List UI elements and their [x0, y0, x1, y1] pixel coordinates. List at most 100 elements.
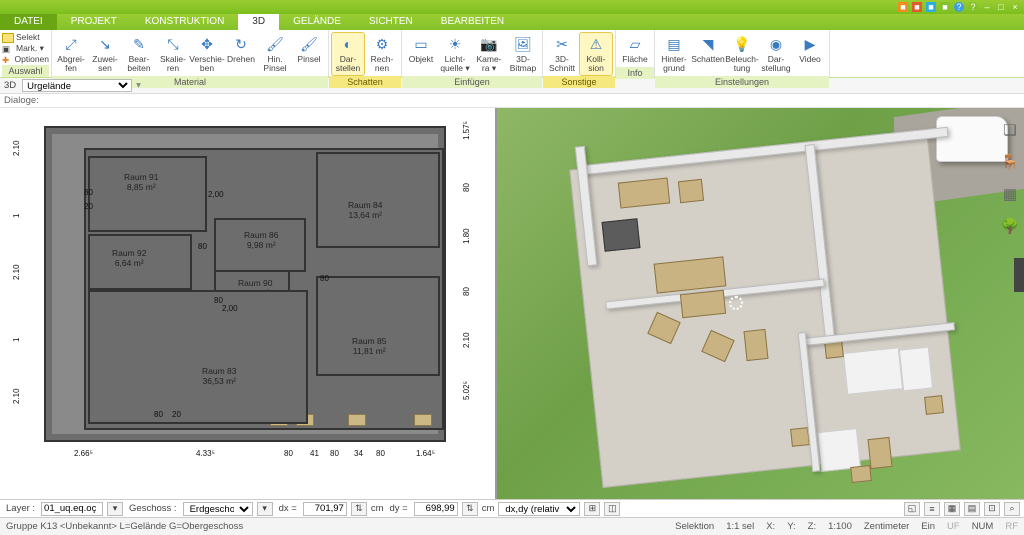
lichtquelle-button[interactable]: ☀Licht-quelle ▾	[438, 32, 472, 76]
video-button[interactable]: ▶Video	[793, 32, 827, 67]
dim-inner: 2,00	[222, 304, 238, 313]
schatten2-button[interactable]: ◥Schatten	[691, 32, 725, 67]
dx-stepper[interactable]: ⇅	[351, 502, 367, 516]
sys-icon-4[interactable]: ■	[940, 2, 950, 12]
status-z: Z:	[808, 521, 816, 532]
bitmap3d-button[interactable]: 🖼3D-Bitmap	[506, 32, 540, 76]
room-label: Raum 926,64 m²	[112, 248, 147, 268]
flaeche-button[interactable]: ▱Fläche	[618, 32, 652, 67]
bearbeiten-icon: ✎	[130, 35, 148, 53]
drehen-button[interactable]: ↻Drehen	[224, 32, 258, 67]
view-icon-5[interactable]: ⊡	[984, 502, 1000, 516]
skalieren-button[interactable]: ⤡Skalie-ren	[156, 32, 190, 76]
status-uf: UF	[947, 521, 960, 532]
dy-input[interactable]	[414, 502, 458, 516]
dim-h: 4.33⁵	[196, 449, 215, 458]
dx-input[interactable]	[303, 502, 347, 516]
dim-h: 41	[310, 449, 319, 458]
view-2d[interactable]: Raum 918,85 m²Raum 926,64 m²Raum 869,98 …	[0, 108, 497, 499]
tab-bearbeiten[interactable]: BEARBEITEN	[427, 14, 518, 30]
ribbon-group-auswahl: Selekt ▣Mark. ▾ ✚Optionen Auswahl	[0, 30, 52, 77]
rechnen-button[interactable]: ⚙Rech-nen	[365, 32, 399, 76]
room-raum91[interactable]	[90, 158, 205, 230]
zuweisen-button[interactable]: ↘Zuwei-sen	[88, 32, 122, 76]
darstellen-button[interactable]: ◐Dar-stellen	[331, 32, 365, 76]
dim-inner: 20	[84, 202, 93, 211]
group-label-info: Info	[616, 67, 654, 79]
hinpinsel-icon: 🖌	[266, 35, 284, 53]
hintergrund-button[interactable]: ▤Hinter-grund	[657, 32, 691, 76]
objekt-button[interactable]: ▭Objekt	[404, 32, 438, 67]
abgreifen-button[interactable]: ⤢Abgrei-fen	[54, 32, 88, 76]
status-rf: RF	[1005, 521, 1018, 532]
title-bar: ■ ■ ■ ■ ? ? – □ ×	[0, 0, 1024, 14]
layer-dropdown-icon[interactable]: ▾	[107, 502, 123, 516]
kollision-button[interactable]: ⚠Kolli-sion	[579, 32, 613, 76]
sys-icon-3[interactable]: ■	[926, 2, 936, 12]
mark-button[interactable]: ▣Mark. ▾	[2, 43, 49, 54]
help-icon[interactable]: ?	[954, 2, 964, 12]
tab-datei[interactable]: DATEI	[0, 14, 57, 30]
abgreifen-icon: ⤢	[62, 35, 80, 53]
layers-icon[interactable]: ❏	[1000, 120, 1020, 140]
room-raum83[interactable]	[90, 292, 306, 422]
palette-icon[interactable]: ▦	[1000, 184, 1020, 204]
floor-plan[interactable]: Raum 918,85 m²Raum 926,64 m²Raum 869,98 …	[44, 126, 446, 442]
side-panel: ❏ 🪑 ▦ 🌳	[1000, 120, 1020, 236]
room-label: Raum 918,85 m²	[124, 172, 159, 192]
hinpinsel-button[interactable]: 🖌Hin.Pinsel	[258, 32, 292, 76]
dim-inner: 80	[320, 274, 329, 283]
plant-icon[interactable]: 🌳	[1000, 216, 1020, 236]
subbar-drop-icon[interactable]: ▾	[136, 80, 141, 91]
tab-3d[interactable]: 3D	[238, 14, 279, 30]
view-icon-2[interactable]: ≡	[924, 502, 940, 516]
dim-v-left: 2.10	[12, 140, 21, 156]
tab-sichten[interactable]: SICHTEN	[355, 14, 427, 30]
view-3d[interactable]: ❏ 🪑 ▦ 🌳	[497, 108, 1024, 499]
verschieben-button[interactable]: ✥Verschie-ben	[190, 32, 224, 76]
kollision-icon: ⚠	[587, 35, 605, 53]
tab-gelände[interactable]: GELÄNDE	[279, 14, 355, 30]
dim-h: 34	[354, 449, 363, 458]
dim-inner: 80	[198, 242, 207, 251]
dx-unit: cm	[371, 503, 384, 514]
dialog-label: Dialoge:	[4, 95, 39, 106]
view-icon-3[interactable]: ▦	[944, 502, 960, 516]
minimize-icon[interactable]: –	[982, 2, 992, 12]
ctrl-icon-2[interactable]: ◫	[604, 502, 620, 516]
beleuchtung-icon: 💡	[733, 35, 751, 53]
tab-konstruktion[interactable]: KONSTRUKTION	[131, 14, 238, 30]
kamera-button[interactable]: 📷Kame-ra ▾	[472, 32, 506, 76]
view-icon-6[interactable]: ⌕	[1004, 502, 1020, 516]
selekt-button[interactable]: Selekt	[2, 32, 49, 43]
status-y: Y:	[787, 521, 795, 532]
dy-stepper[interactable]: ⇅	[462, 502, 478, 516]
status-selektion: Selektion	[675, 521, 714, 532]
room-raum85[interactable]	[318, 278, 438, 374]
subbar-dropdown[interactable]: Urgelände	[22, 79, 132, 92]
help2-icon[interactable]: ?	[968, 2, 978, 12]
pinsel-button[interactable]: 🖌Pinsel	[292, 32, 326, 67]
bearbeiten-button[interactable]: ✎Bear-beiten	[122, 32, 156, 76]
beleuchtung-button[interactable]: 💡Beleuch-tung	[725, 32, 759, 76]
schnitt3d-button[interactable]: ✂3D-Schnitt	[545, 32, 579, 76]
layer-input[interactable]	[41, 502, 103, 516]
close-icon[interactable]: ×	[1010, 2, 1020, 12]
maximize-icon[interactable]: □	[996, 2, 1006, 12]
view-icon-4[interactable]: ▤	[964, 502, 980, 516]
optionen-button[interactable]: ✚Optionen	[2, 54, 49, 65]
dim-h: 80	[284, 449, 293, 458]
geschoss-select[interactable]: Erdgeschos	[183, 502, 253, 516]
side-panel-handle[interactable]	[1014, 258, 1024, 292]
coord-mode-select[interactable]: dx,dy (relativ ka	[498, 502, 580, 516]
dim-v-right: 2.10	[462, 332, 471, 348]
ctrl-icon-1[interactable]: ⊞	[584, 502, 600, 516]
geschoss-dropdown-icon[interactable]: ▾	[257, 502, 273, 516]
view-icon-1[interactable]: ◱	[904, 502, 920, 516]
darstellung-button[interactable]: ◉Dar-stellung	[759, 32, 793, 76]
sys-icon-1[interactable]: ■	[898, 2, 908, 12]
objekt-icon: ▭	[412, 35, 430, 53]
sys-icon-2[interactable]: ■	[912, 2, 922, 12]
tab-projekt[interactable]: PROJEKT	[57, 14, 131, 30]
furn-icon[interactable]: 🪑	[1000, 152, 1020, 172]
